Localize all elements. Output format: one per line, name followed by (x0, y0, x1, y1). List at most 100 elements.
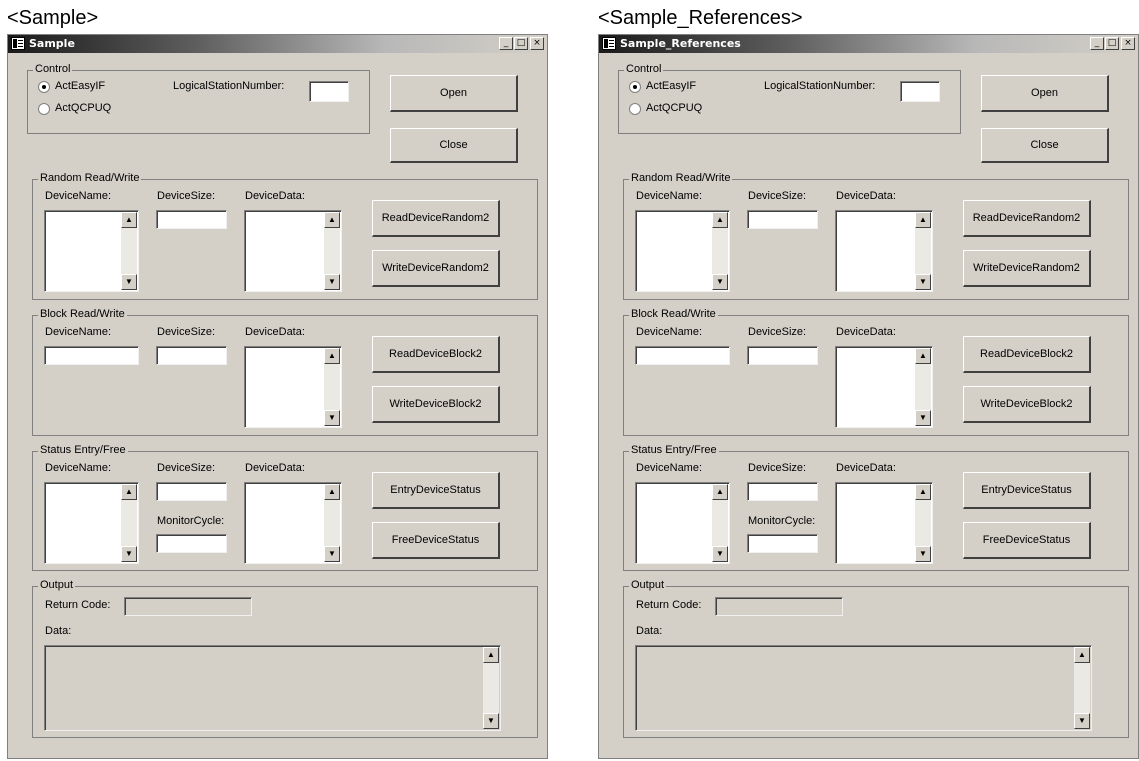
scroll-down-icon[interactable]: ▼ (324, 410, 340, 426)
read-device-block2-button[interactable]: ReadDeviceBlock2 (963, 336, 1091, 373)
scrollbar[interactable]: ▲ ▼ (324, 348, 340, 426)
monitor-cycle-input[interactable] (156, 534, 227, 553)
write-device-random2-button[interactable]: WriteDeviceRandom2 (963, 250, 1091, 287)
minimize-button[interactable]: _ (499, 37, 513, 50)
block-device-data-textarea[interactable]: ▲ ▼ (244, 346, 342, 428)
scrollbar[interactable]: ▲ ▼ (324, 484, 340, 562)
output-data-textarea[interactable]: ▲ ▼ (44, 645, 501, 731)
status-device-size-input[interactable] (156, 482, 227, 501)
status-device-name-label: DeviceName: (45, 462, 112, 474)
block-device-data-textarea[interactable]: ▲ ▼ (835, 346, 933, 428)
monitor-cycle-input[interactable] (747, 534, 818, 553)
random-device-name-label: DeviceName: (636, 190, 703, 202)
block-device-name-input[interactable] (44, 346, 139, 365)
read-device-random2-button[interactable]: ReadDeviceRandom2 (963, 200, 1091, 237)
scrollbar[interactable]: ▲ ▼ (915, 484, 931, 562)
output-group: Output Return Code: Data: ▲ ▼ (32, 579, 538, 738)
scroll-down-icon[interactable]: ▼ (915, 410, 931, 426)
scrollbar[interactable]: ▲ ▼ (712, 212, 728, 290)
status-device-data-textarea[interactable]: ▲ ▼ (835, 482, 933, 564)
entry-device-status-button[interactable]: EntryDeviceStatus (372, 472, 500, 509)
read-device-random2-button[interactable]: ReadDeviceRandom2 (372, 200, 500, 237)
scrollbar[interactable]: ▲ ▼ (483, 647, 499, 729)
write-device-random2-button[interactable]: WriteDeviceRandom2 (372, 250, 500, 287)
scroll-up-icon[interactable]: ▲ (915, 212, 931, 228)
open-button[interactable]: Open (390, 75, 518, 112)
random-device-data-textarea[interactable]: ▲ ▼ (835, 210, 933, 292)
minimize-button[interactable]: _ (1090, 37, 1104, 50)
scroll-down-icon[interactable]: ▼ (712, 274, 728, 290)
scroll-up-icon[interactable]: ▲ (915, 484, 931, 500)
scrollbar[interactable]: ▲ ▼ (121, 212, 137, 290)
scrollbar[interactable]: ▲ ▼ (915, 348, 931, 426)
scroll-up-icon[interactable]: ▲ (324, 212, 340, 228)
station-number-input[interactable] (309, 81, 349, 102)
block-device-name-input[interactable] (635, 346, 730, 365)
scrollbar[interactable]: ▲ ▼ (324, 212, 340, 290)
station-number-label: LogicalStationNumber: (173, 80, 285, 92)
return-code-field (715, 597, 843, 616)
scroll-up-icon[interactable]: ▲ (712, 212, 728, 228)
title-bar[interactable]: Sample_References _ □ × (599, 35, 1138, 53)
scroll-down-icon[interactable]: ▼ (121, 274, 137, 290)
scroll-up-icon[interactable]: ▲ (915, 348, 931, 364)
status-device-size-input[interactable] (747, 482, 818, 501)
radio-acteasyif[interactable] (629, 81, 641, 93)
scroll-down-icon[interactable]: ▼ (1074, 713, 1090, 729)
read-device-block2-button[interactable]: ReadDeviceBlock2 (372, 336, 500, 373)
scroll-down-icon[interactable]: ▼ (915, 546, 931, 562)
scrollbar[interactable]: ▲ ▼ (915, 212, 931, 290)
maximize-button[interactable]: □ (514, 37, 528, 50)
app-icon[interactable] (602, 37, 616, 50)
radio-actqcpuq[interactable] (629, 103, 641, 115)
random-device-size-input[interactable] (156, 210, 227, 229)
close-button[interactable]: Close (981, 128, 1109, 163)
random-device-size-input[interactable] (747, 210, 818, 229)
radio-actqcpuq[interactable] (38, 103, 50, 115)
entry-device-status-button[interactable]: EntryDeviceStatus (963, 472, 1091, 509)
station-number-input[interactable] (900, 81, 940, 102)
scroll-down-icon[interactable]: ▼ (324, 274, 340, 290)
random-device-name-textarea[interactable]: ▲ ▼ (44, 210, 139, 292)
scrollbar[interactable]: ▲ ▼ (1074, 647, 1090, 729)
scroll-down-icon[interactable]: ▼ (712, 546, 728, 562)
scroll-up-icon[interactable]: ▲ (1074, 647, 1090, 663)
block-device-size-input[interactable] (156, 346, 227, 365)
scroll-up-icon[interactable]: ▲ (121, 212, 137, 228)
close-button[interactable]: Close (390, 128, 518, 163)
random-rw-group-label: Random Read/Write (629, 172, 733, 184)
scroll-down-icon[interactable]: ▼ (121, 546, 137, 562)
scrollbar[interactable]: ▲ ▼ (121, 484, 137, 562)
scrollbar[interactable]: ▲ ▼ (712, 484, 728, 562)
random-device-name-textarea[interactable]: ▲ ▼ (635, 210, 730, 292)
free-device-status-button[interactable]: FreeDeviceStatus (963, 522, 1091, 559)
status-device-name-textarea[interactable]: ▲ ▼ (44, 482, 139, 564)
radio-actqcpuq-label: ActQCPUQ (55, 102, 112, 114)
block-device-size-input[interactable] (747, 346, 818, 365)
scroll-up-icon[interactable]: ▲ (483, 647, 499, 663)
scroll-up-icon[interactable]: ▲ (121, 484, 137, 500)
status-device-name-textarea[interactable]: ▲ ▼ (635, 482, 730, 564)
write-device-block2-button[interactable]: WriteDeviceBlock2 (963, 386, 1091, 423)
scroll-up-icon[interactable]: ▲ (324, 484, 340, 500)
free-device-status-button[interactable]: FreeDeviceStatus (372, 522, 500, 559)
scroll-up-icon[interactable]: ▲ (324, 348, 340, 364)
scroll-down-icon[interactable]: ▼ (483, 713, 499, 729)
output-group-label: Output (38, 579, 76, 591)
open-button[interactable]: Open (981, 75, 1109, 112)
title-bar[interactable]: Sample _ □ × (8, 35, 547, 53)
app-icon[interactable] (11, 37, 25, 50)
block-rw-group: Block Read/Write DeviceName: DeviceSize:… (32, 308, 538, 436)
maximize-button[interactable]: □ (1105, 37, 1119, 50)
close-window-button[interactable]: × (1121, 37, 1135, 50)
write-device-block2-button[interactable]: WriteDeviceBlock2 (372, 386, 500, 423)
control-group-label: Control (624, 63, 664, 75)
scroll-down-icon[interactable]: ▼ (324, 546, 340, 562)
scroll-up-icon[interactable]: ▲ (712, 484, 728, 500)
output-data-textarea[interactable]: ▲ ▼ (635, 645, 1092, 731)
close-window-button[interactable]: × (530, 37, 544, 50)
status-device-data-textarea[interactable]: ▲ ▼ (244, 482, 342, 564)
radio-acteasyif[interactable] (38, 81, 50, 93)
scroll-down-icon[interactable]: ▼ (915, 274, 931, 290)
random-device-data-textarea[interactable]: ▲ ▼ (244, 210, 342, 292)
